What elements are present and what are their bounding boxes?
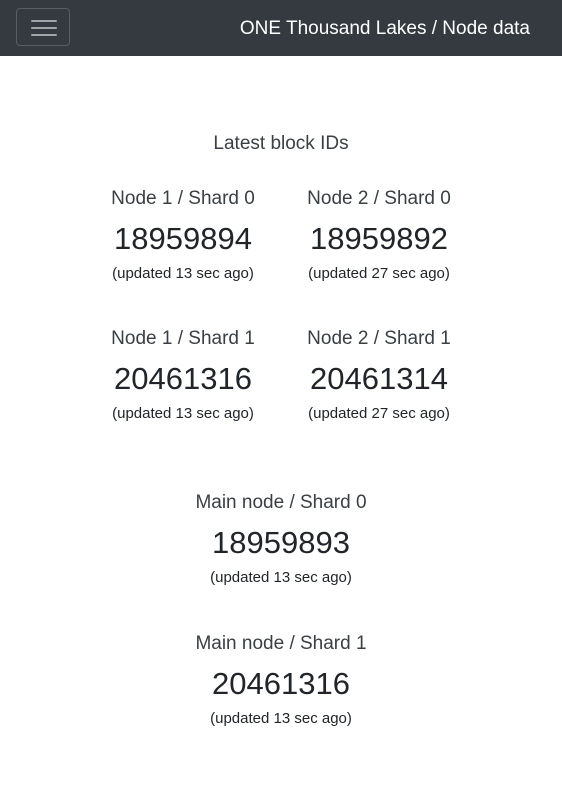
hamburger-menu-icon [31, 19, 57, 37]
updated-timestamp: (updated 13 sec ago) [210, 710, 352, 727]
block-id-value: 20461316 [212, 666, 350, 701]
block-label: Main node / Shard 1 [195, 633, 367, 654]
section-title: Latest block IDs [213, 133, 349, 154]
navbar: ONE Thousand Lakes / Node data [0, 0, 562, 56]
navbar-toggle-button[interactable] [16, 8, 70, 46]
updated-timestamp: (updated 13 sec ago) [210, 569, 352, 586]
block-id-value: 20461314 [310, 361, 448, 396]
block-label: Node 1 / Shard 1 [111, 328, 255, 349]
block-id-value: 18959894 [114, 221, 252, 256]
block-label: Node 1 / Shard 0 [111, 188, 255, 209]
block-id-value: 20461316 [114, 361, 252, 396]
updated-timestamp: (updated 27 sec ago) [308, 265, 450, 282]
block-label: Node 2 / Shard 1 [307, 328, 451, 349]
updated-timestamp: (updated 27 sec ago) [308, 405, 450, 422]
updated-timestamp: (updated 13 sec ago) [112, 265, 254, 282]
block-id-value: 18959893 [212, 525, 350, 560]
block-label: Node 2 / Shard 0 [307, 188, 451, 209]
block-label: Main node / Shard 0 [195, 492, 367, 513]
updated-timestamp: (updated 13 sec ago) [112, 405, 254, 422]
block-id-value: 18959892 [310, 221, 448, 256]
navbar-brand[interactable]: ONE Thousand Lakes / Node data [240, 17, 530, 41]
